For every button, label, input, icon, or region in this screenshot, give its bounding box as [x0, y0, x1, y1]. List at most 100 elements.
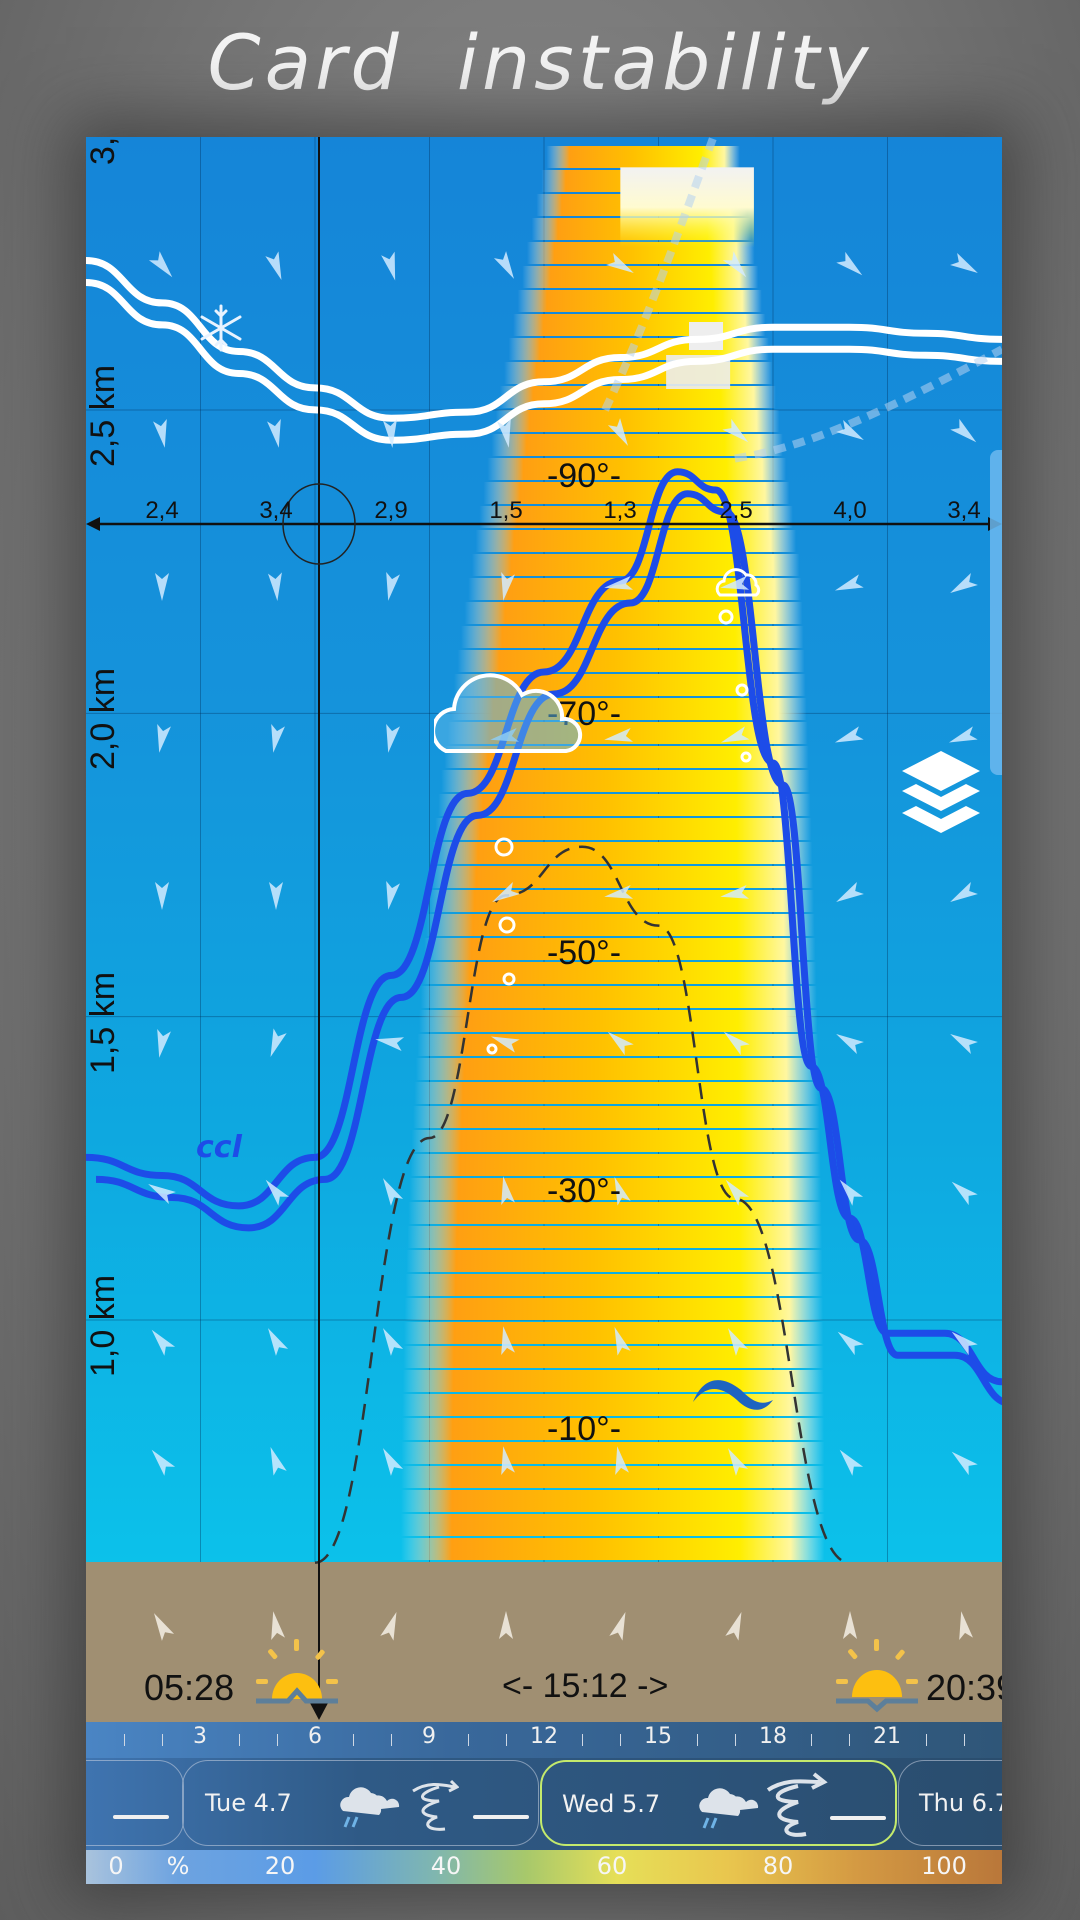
wind-arrow [836, 1034, 864, 1055]
sunset-time: 20:39 [926, 1667, 1002, 1708]
wind-value: 4,0 [833, 497, 867, 524]
ccl-label: ccl [196, 1130, 242, 1165]
legend-label: 80 [762, 1852, 794, 1880]
legend-label: 40 [430, 1852, 462, 1880]
wind-value: 2,4 [145, 497, 179, 524]
wind-arrow [383, 1448, 404, 1476]
wind-gust-icon [412, 1779, 459, 1831]
y-tick-2km: 2,0 km [86, 667, 122, 770]
wind-arrow [499, 1611, 513, 1639]
wind-arrow [950, 252, 978, 273]
instability-strip [435, 818, 812, 840]
wave-icon [693, 1380, 773, 1410]
probability-legend: 0 % 20 40 60 80 100 [86, 1850, 1002, 1884]
temp-label: -30°- [546, 1172, 622, 1210]
day-card-tue[interactable]: Tue 4.7 [182, 1760, 539, 1846]
instability-strip [432, 842, 813, 864]
instability-strip [400, 1514, 825, 1536]
day-card-prev[interactable] [86, 1760, 184, 1846]
layers-icon[interactable] [898, 749, 984, 839]
hour-tick [467, 1734, 469, 1746]
instability-strip [400, 1538, 825, 1560]
sunset-icon [836, 1639, 918, 1713]
hour-label: 18 [759, 1724, 787, 1749]
wind-value: 3,4 [259, 497, 293, 524]
hour-tick [734, 1734, 736, 1746]
wind-arrow [950, 418, 977, 443]
wind-arrow [950, 572, 978, 593]
hour-tick [963, 1734, 965, 1746]
wind-arrow [148, 251, 173, 278]
wind-arrow [609, 1611, 626, 1641]
instability-strip [475, 530, 797, 552]
hour-tick [849, 1734, 851, 1746]
wind-value: 2,5 [719, 497, 753, 524]
wind-arrow [834, 574, 864, 591]
hour-tick [696, 1734, 698, 1746]
y-tick-1-5km: 1,5 km [86, 971, 122, 1074]
legend-label: 20 [264, 1852, 296, 1880]
sunrise-time: 05:28 [144, 1667, 235, 1708]
hour-label: 12 [530, 1724, 558, 1749]
y-tick-3km: 3,0 km [86, 137, 123, 165]
y-tick-2-5km: 2,5 km [86, 364, 122, 467]
wind-gust-icon [766, 1772, 828, 1837]
day-label: Thu 6.7 [919, 1789, 1002, 1817]
instability-chart[interactable] [86, 137, 1002, 1722]
wind-value: 1,5 [489, 497, 523, 524]
instability-strip [413, 1106, 820, 1128]
wind-arrow [151, 1329, 176, 1356]
wind-arrow [382, 419, 397, 448]
instability-strip [414, 1082, 820, 1104]
wind-arrow [155, 882, 169, 910]
wind-arrow [268, 1328, 289, 1356]
instability-strip [420, 986, 817, 1008]
y-tick-1km: 1,0 km [86, 1274, 122, 1377]
hour-tick [811, 1734, 813, 1746]
legend-label: 100 [921, 1852, 967, 1880]
sunrise-icon [256, 1639, 338, 1704]
wind-arrow [267, 418, 281, 448]
wind-arrow [157, 1028, 171, 1058]
wind-arrow [383, 1328, 404, 1356]
wind-arrow [270, 1028, 287, 1058]
hour-tick [925, 1734, 927, 1746]
wind-arrow [265, 251, 282, 281]
day-label: Tue 4.7 [205, 1789, 292, 1817]
wind-arrow [843, 1611, 857, 1639]
cloud-icon [715, 568, 761, 597]
wind-arrow [153, 418, 167, 448]
day-card-thu[interactable]: Thu 6.7 [898, 1760, 1002, 1846]
temp-label: -50°- [546, 934, 622, 972]
instability-strip [406, 1250, 823, 1272]
legend-label: 60 [596, 1852, 628, 1880]
hour-tick [391, 1734, 393, 1746]
temp-label: -10°- [546, 1410, 622, 1448]
scrollbar-handle[interactable] [990, 450, 1002, 775]
wind-arrow [950, 1034, 978, 1055]
wind-arrow [839, 1449, 864, 1476]
instability-strip [403, 1346, 824, 1368]
wind-value: 1,3 [603, 497, 637, 524]
wind-arrow [950, 881, 978, 902]
instability-strip [401, 1466, 825, 1488]
wind-arrow [493, 251, 514, 279]
wind-arrow [270, 1446, 287, 1476]
instability-card[interactable]: 3,0 km 2,5 km 2,0 km 1,5 km 1,0 km 2,4 3… [86, 137, 1002, 1884]
instability-strip [441, 770, 810, 792]
day-length: <- 15:12 -> [502, 1667, 669, 1705]
hour-tick [505, 1734, 507, 1746]
hour-scale[interactable]: 3 6 9 12 15 18 21 [86, 1722, 1002, 1758]
wind-arrow [383, 1178, 404, 1206]
instability-strip [401, 1490, 825, 1512]
wind-arrow [271, 1611, 285, 1641]
wind-arrow [381, 251, 396, 281]
day-selector[interactable]: Tue 4.7 Wed 5.7 Thu 6.7 [86, 1758, 1002, 1850]
wind-value: 3,4 [947, 497, 981, 524]
wind-arrow [267, 572, 282, 601]
wind-arrow [951, 1181, 978, 1206]
day-card-wed[interactable]: Wed 5.7 [540, 1760, 897, 1846]
legend-label: 0 [108, 1852, 124, 1880]
hour-label: 15 [644, 1724, 672, 1749]
dash-marker [473, 1815, 529, 1819]
